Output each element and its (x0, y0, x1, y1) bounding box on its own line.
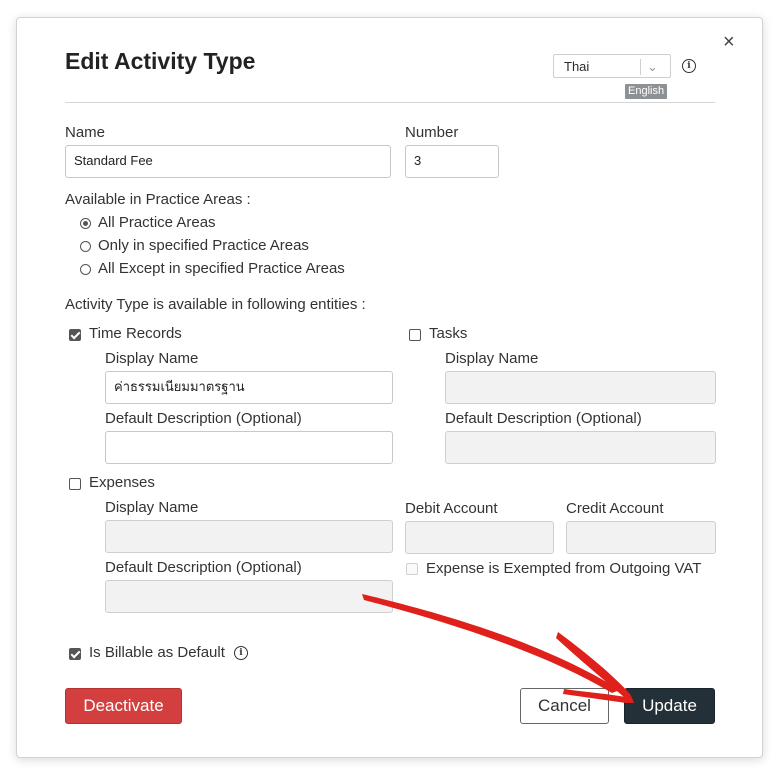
time-default-desc-input[interactable] (105, 431, 393, 464)
time-display-name-label: Display Name (105, 350, 199, 367)
chevron-down-icon: ⌄ (647, 59, 658, 74)
credit-account-input (566, 521, 716, 554)
info-icon[interactable]: i (682, 59, 696, 73)
select-separator (640, 59, 641, 75)
expenses-display-name-input (105, 520, 393, 553)
vat-exempt-checkbox (406, 563, 418, 575)
practice-areas-label: Available in Practice Areas : (65, 191, 251, 208)
debit-account-input (405, 521, 554, 554)
tasks-checkbox[interactable] (409, 329, 421, 341)
language-badge: English (625, 84, 668, 99)
tasks-display-name-input (445, 371, 716, 404)
vat-exempt-label: Expense is Exempted from Outgoing VAT (426, 560, 702, 577)
radio-all-practice-areas[interactable] (80, 218, 91, 229)
debit-account-label: Debit Account (405, 500, 498, 517)
entities-label: Activity Type is available in following … (65, 296, 366, 313)
cancel-button[interactable]: Cancel (520, 688, 609, 724)
update-button[interactable]: Update (624, 688, 715, 724)
dialog-title: Edit Activity Type (65, 48, 256, 74)
billable-checkbox[interactable] (69, 648, 81, 660)
time-default-desc-label: Default Description (Optional) (105, 410, 302, 427)
time-records-label: Time Records (89, 325, 182, 342)
radio-all-except[interactable] (80, 264, 91, 275)
tasks-default-desc-input (445, 431, 716, 464)
edit-activity-type-dialog: Edit Activity Type × Thai ⌄ i English Na… (16, 17, 763, 758)
expenses-display-name-label: Display Name (105, 499, 199, 516)
info-icon[interactable]: i (234, 646, 248, 660)
radio-only-specified[interactable] (80, 241, 91, 252)
expenses-label: Expenses (89, 474, 155, 491)
expenses-default-desc-label: Default Description (Optional) (105, 559, 302, 576)
number-input[interactable]: 3 (405, 145, 499, 178)
radio-label: All Practice Areas (98, 214, 216, 231)
name-label: Name (65, 124, 106, 141)
language-select-value: Thai (564, 59, 590, 74)
number-label: Number (405, 124, 459, 141)
time-display-name-input[interactable]: ค่าธรรมเนียมมาตรฐาน (105, 371, 393, 404)
tasks-label: Tasks (429, 325, 468, 342)
expenses-checkbox[interactable] (69, 478, 81, 490)
title-divider (65, 102, 715, 103)
credit-account-label: Credit Account (566, 500, 664, 517)
name-input[interactable]: Standard Fee (65, 145, 391, 178)
billable-label: Is Billable as Default (89, 644, 225, 661)
deactivate-button[interactable]: Deactivate (65, 688, 182, 724)
language-select[interactable]: Thai ⌄ (553, 54, 671, 78)
tasks-display-name-label: Display Name (445, 350, 539, 367)
radio-label: Only in specified Practice Areas (98, 237, 309, 254)
close-icon[interactable]: × (723, 32, 735, 52)
radio-label: All Except in specified Practice Areas (98, 260, 345, 277)
expenses-default-desc-input (105, 580, 393, 613)
time-records-checkbox[interactable] (69, 329, 81, 341)
tasks-default-desc-label: Default Description (Optional) (445, 410, 642, 427)
